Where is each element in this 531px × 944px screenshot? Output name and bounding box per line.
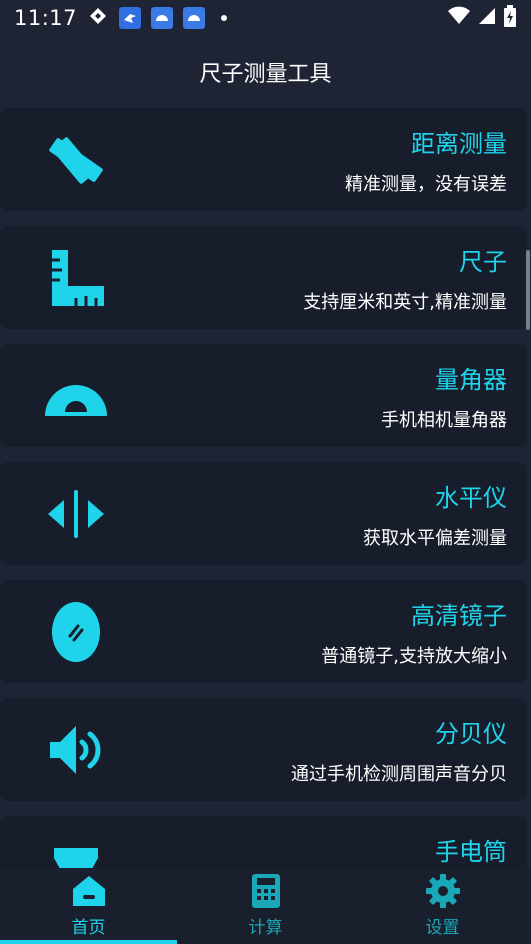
card-ruler[interactable]: 尺子 支持厘米和英寸,精准测量 xyxy=(0,226,527,329)
status-left: 11:17 xyxy=(14,5,228,32)
page-title: 尺子测量工具 xyxy=(199,62,332,87)
card-subtitle: 手机相机量角器 xyxy=(381,410,507,431)
bird-app-icon xyxy=(119,7,142,29)
ruler-icon xyxy=(40,246,112,310)
nav-active-indicator xyxy=(0,940,177,944)
mirror-icon xyxy=(40,600,112,664)
nav-label-settings: 设置 xyxy=(425,918,460,938)
status-bar: 11:17 xyxy=(0,0,531,36)
speaker-icon xyxy=(40,718,112,782)
card-subtitle: 获取水平偏差测量 xyxy=(363,528,507,549)
nav-home[interactable]: 首页 xyxy=(0,868,177,944)
weather-app-icon xyxy=(151,7,174,29)
card-subtitle: 支持厘米和英寸,精准测量 xyxy=(303,292,507,313)
ruler-pencil-icon xyxy=(40,128,112,192)
card-title: 高清镜子 xyxy=(411,602,507,630)
card-title: 量角器 xyxy=(435,366,507,394)
bottom-nav: 首页 计算 设置 xyxy=(0,868,531,944)
level-icon xyxy=(40,482,112,546)
nav-label-home: 首页 xyxy=(71,918,106,938)
card-title: 分贝仪 xyxy=(435,720,507,748)
battery-icon xyxy=(503,4,517,32)
status-right xyxy=(447,4,517,32)
card-protractor[interactable]: 量角器 手机相机量角器 xyxy=(0,344,527,447)
card-title: 距离测量 xyxy=(411,130,507,158)
home-icon xyxy=(69,871,109,911)
wifi-icon xyxy=(447,6,471,31)
nav-label-calculate: 计算 xyxy=(248,918,283,938)
scrollbar[interactable] xyxy=(526,250,530,330)
card-mirror[interactable]: 高清镜子 普通镜子,支持放大缩小 xyxy=(0,580,527,683)
card-subtitle: 精准测量，没有误差 xyxy=(345,174,507,195)
gear-icon xyxy=(423,871,463,911)
protractor-icon xyxy=(40,364,112,428)
app-header: 尺子测量工具 xyxy=(0,36,531,108)
signal-icon xyxy=(477,6,497,31)
status-time: 11:17 xyxy=(14,6,78,30)
weather-app-icon-2 xyxy=(183,7,206,29)
nav-settings[interactable]: 设置 xyxy=(354,868,531,944)
diamond-app-icon xyxy=(87,5,109,32)
card-subtitle: 通过手机检测周围声音分贝 xyxy=(291,764,507,785)
card-subtitle: 普通镜子,支持放大缩小 xyxy=(321,646,507,667)
card-decibel[interactable]: 分贝仪 通过手机检测周围声音分贝 xyxy=(0,698,527,801)
card-level[interactable]: 水平仪 获取水平偏差测量 xyxy=(0,462,527,565)
card-title: 尺子 xyxy=(459,248,507,276)
calculator-icon xyxy=(246,871,286,911)
card-title: 水平仪 xyxy=(435,484,507,512)
card-distance[interactable]: 距离测量 精准测量，没有误差 xyxy=(0,108,527,211)
nav-calculate[interactable]: 计算 xyxy=(177,868,354,944)
notification-dot-icon xyxy=(221,15,228,21)
card-title: 手电筒 xyxy=(435,838,507,866)
